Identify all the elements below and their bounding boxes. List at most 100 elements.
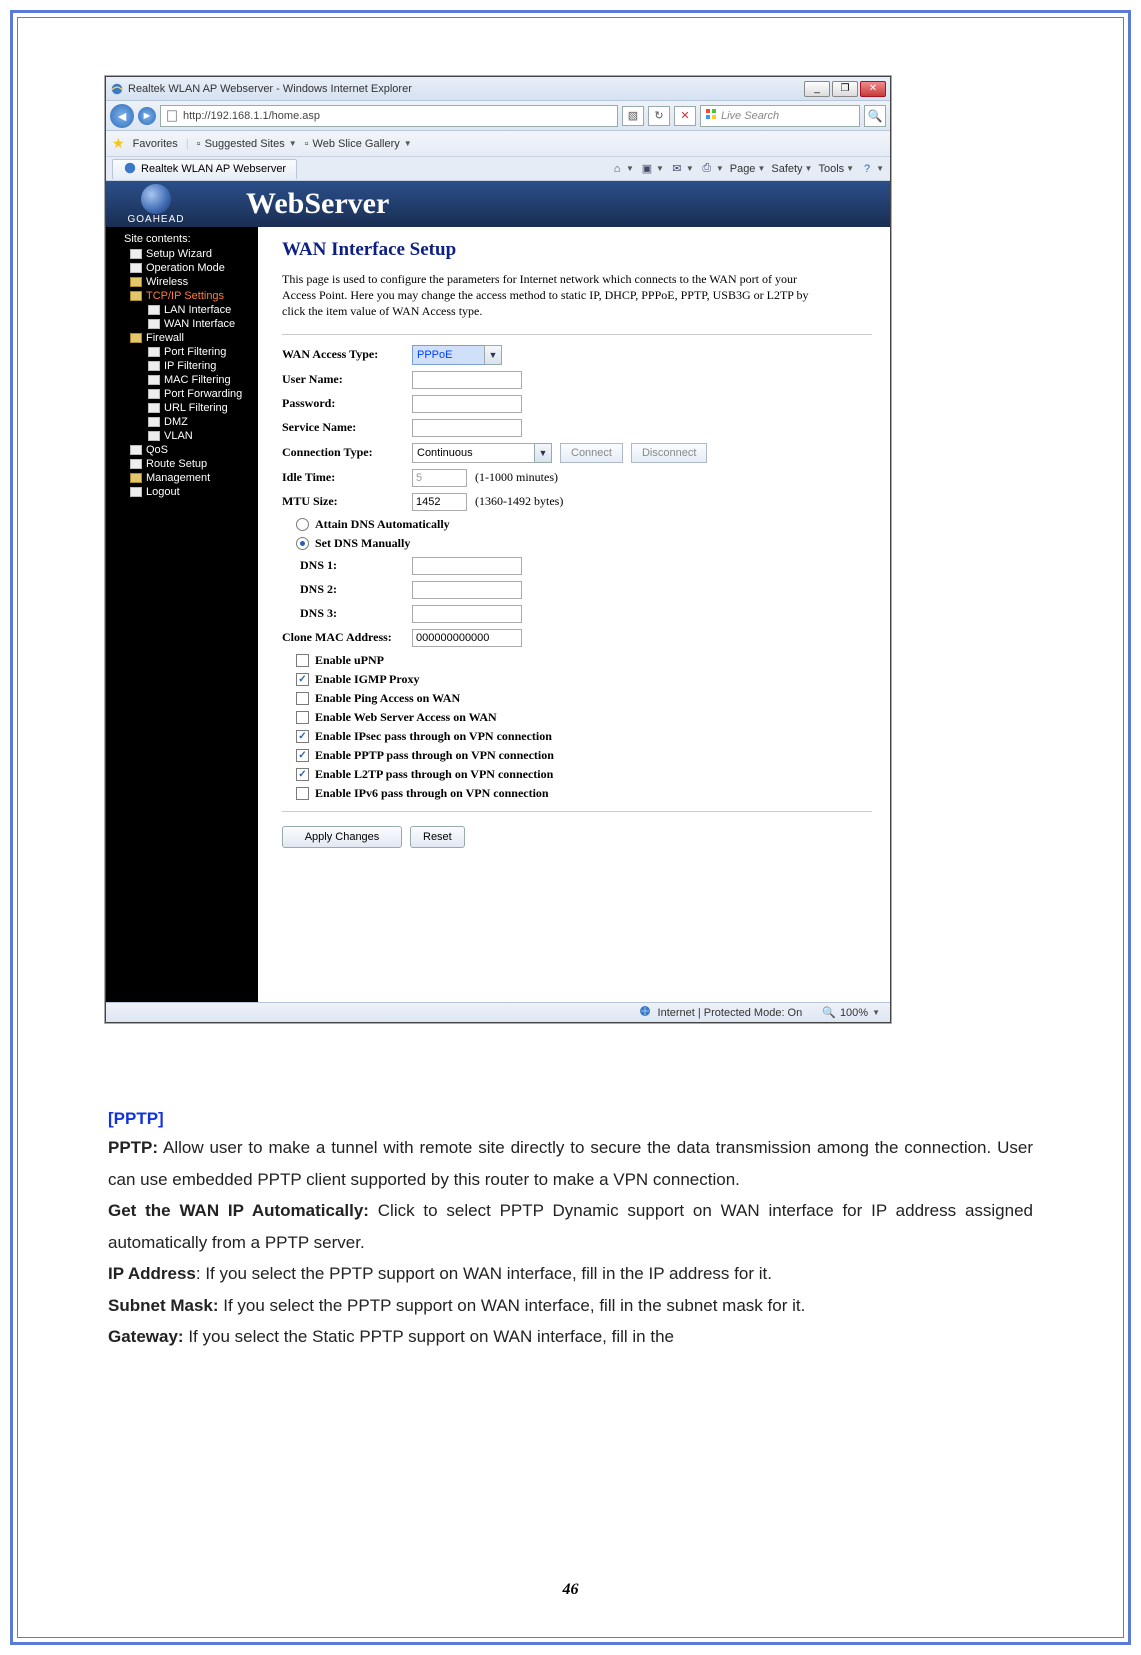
- live-search-icon: [705, 108, 717, 123]
- dns-auto-radio[interactable]: [296, 518, 309, 531]
- section-heading: [PPTP]: [108, 1103, 1033, 1134]
- stop-button[interactable]: ✕: [674, 106, 696, 126]
- connection-type-select[interactable]: Continuous ▼: [412, 443, 552, 463]
- upnp-label: Enable uPNP: [315, 653, 384, 668]
- mail-button[interactable]: ✉▼: [670, 162, 694, 176]
- dns2-input[interactable]: [412, 581, 522, 599]
- webserver-access-label: Enable Web Server Access on WAN: [315, 710, 497, 725]
- wan-access-select[interactable]: PPPoE ▼: [412, 345, 502, 365]
- page-menu[interactable]: Page▼: [730, 163, 766, 175]
- help-button[interactable]: ?▼: [860, 162, 884, 176]
- dns-manual-radio[interactable]: [296, 537, 309, 550]
- gateway-desc: If you select the Static PPTP support on…: [184, 1327, 674, 1346]
- sidebar-item[interactable]: IP Filtering: [106, 359, 258, 373]
- page-icon: [130, 445, 142, 455]
- pptp-checkbox[interactable]: [296, 749, 309, 762]
- ipsec-checkbox[interactable]: [296, 730, 309, 743]
- sidebar-item-label: MAC Filtering: [164, 374, 231, 386]
- sidebar-item[interactable]: DMZ: [106, 415, 258, 429]
- sidebar-item[interactable]: QoS: [106, 443, 258, 457]
- page-icon: ▫: [197, 138, 201, 150]
- username-label: User Name:: [282, 372, 412, 387]
- ipv6-checkbox[interactable]: [296, 787, 309, 800]
- reset-button[interactable]: Reset: [410, 826, 465, 848]
- sidebar-item-label: Operation Mode: [146, 262, 225, 274]
- folder-icon: [130, 291, 142, 301]
- clone-mac-input[interactable]: [412, 629, 522, 647]
- sidebar-item[interactable]: Management: [106, 471, 258, 485]
- minimize-button[interactable]: _: [804, 81, 830, 97]
- upnp-checkbox[interactable]: [296, 654, 309, 667]
- sidebar-item-label: LAN Interface: [164, 304, 231, 316]
- sidebar-item-label: Route Setup: [146, 458, 207, 470]
- sidebar-item[interactable]: Firewall: [106, 331, 258, 345]
- tools-menu[interactable]: Tools▼: [818, 163, 854, 175]
- dns2-label: DNS 2:: [282, 582, 412, 597]
- apply-changes-button[interactable]: Apply Changes: [282, 826, 402, 848]
- zoom-control[interactable]: 🔍 100% ▼: [822, 1006, 880, 1019]
- sidebar-item-label: IP Filtering: [164, 360, 216, 372]
- sidebar-item[interactable]: Route Setup: [106, 457, 258, 471]
- feeds-button[interactable]: ▣▼: [640, 162, 664, 176]
- back-button[interactable]: ◄: [110, 104, 134, 128]
- disconnect-button[interactable]: Disconnect: [631, 443, 707, 463]
- address-bar[interactable]: http://192.168.1.1/home.asp: [160, 105, 618, 127]
- ipsec-label: Enable IPsec pass through on VPN connect…: [315, 729, 552, 744]
- mtu-hint: (1360-1492 bytes): [475, 494, 563, 509]
- print-button[interactable]: ⎙▼: [700, 162, 724, 176]
- username-input[interactable]: [412, 371, 522, 389]
- sidebar: Site contents: Setup WizardOperation Mod…: [106, 227, 258, 1002]
- mtu-input[interactable]: [412, 493, 467, 511]
- close-button[interactable]: ✕: [860, 81, 886, 97]
- igmp-checkbox[interactable]: [296, 673, 309, 686]
- web-slice-link[interactable]: ▫ Web Slice Gallery ▼: [305, 138, 412, 150]
- sidebar-item[interactable]: MAC Filtering: [106, 373, 258, 387]
- ipv6-label: Enable IPv6 pass through on VPN connecti…: [315, 786, 549, 801]
- forward-button[interactable]: ►: [138, 107, 156, 125]
- suggested-sites-link[interactable]: ▫ Suggested Sites ▼: [197, 138, 297, 150]
- home-button[interactable]: ⌂▼: [610, 162, 634, 176]
- wan-access-value: PPPoE: [417, 349, 452, 361]
- l2tp-checkbox[interactable]: [296, 768, 309, 781]
- webserver-access-checkbox[interactable]: [296, 711, 309, 724]
- page-description: This page is used to configure the param…: [282, 271, 822, 320]
- pptp-label: Enable PPTP pass through on VPN connecti…: [315, 748, 554, 763]
- sidebar-item[interactable]: Operation Mode: [106, 261, 258, 275]
- dns1-input[interactable]: [412, 557, 522, 575]
- sidebar-item[interactable]: TCP/IP Settings: [106, 289, 258, 303]
- sidebar-item[interactable]: URL Filtering: [106, 401, 258, 415]
- status-bar: Internet | Protected Mode: On 🔍 100% ▼: [106, 1002, 890, 1022]
- dns3-input[interactable]: [412, 605, 522, 623]
- window-titlebar: Realtek WLAN AP Webserver - Windows Inte…: [106, 77, 890, 101]
- sidebar-item-label: Setup Wizard: [146, 248, 212, 260]
- idle-time-input[interactable]: [412, 469, 467, 487]
- ie-icon: [123, 161, 137, 178]
- favorites-label: Favorites: [133, 138, 178, 150]
- search-go-button[interactable]: 🔍: [864, 105, 886, 127]
- password-input[interactable]: [412, 395, 522, 413]
- sidebar-item[interactable]: VLAN: [106, 429, 258, 443]
- sidebar-item[interactable]: Port Filtering: [106, 345, 258, 359]
- browser-tab[interactable]: Realtek WLAN AP Webserver: [112, 159, 297, 179]
- dropdown-arrow-icon: ▼: [534, 443, 552, 463]
- service-name-input[interactable]: [412, 419, 522, 437]
- connect-button[interactable]: Connect: [560, 443, 623, 463]
- sidebar-item[interactable]: Logout: [106, 485, 258, 499]
- gateway-term: Gateway:: [108, 1327, 184, 1346]
- favorites-star-icon[interactable]: ★: [112, 135, 125, 152]
- goahead-logo-icon: [141, 184, 171, 214]
- sidebar-item[interactable]: LAN Interface: [106, 303, 258, 317]
- search-box[interactable]: Live Search: [700, 105, 860, 127]
- sidebar-item[interactable]: Setup Wizard: [106, 247, 258, 261]
- refresh-button[interactable]: ↻: [648, 106, 670, 126]
- maximize-button[interactable]: ❐: [832, 81, 858, 97]
- sidebar-item[interactable]: Port Forwarding: [106, 387, 258, 401]
- ip-addr-desc: : If you select the PPTP support on WAN …: [196, 1264, 772, 1283]
- ping-checkbox[interactable]: [296, 692, 309, 705]
- refresh-compat-icon[interactable]: ▧: [622, 106, 644, 126]
- safety-menu[interactable]: Safety▼: [771, 163, 812, 175]
- sidebar-item[interactable]: Wireless: [106, 275, 258, 289]
- sidebar-item[interactable]: WAN Interface: [106, 317, 258, 331]
- zoom-value: 100%: [840, 1007, 868, 1019]
- page-icon: ▫: [305, 138, 309, 150]
